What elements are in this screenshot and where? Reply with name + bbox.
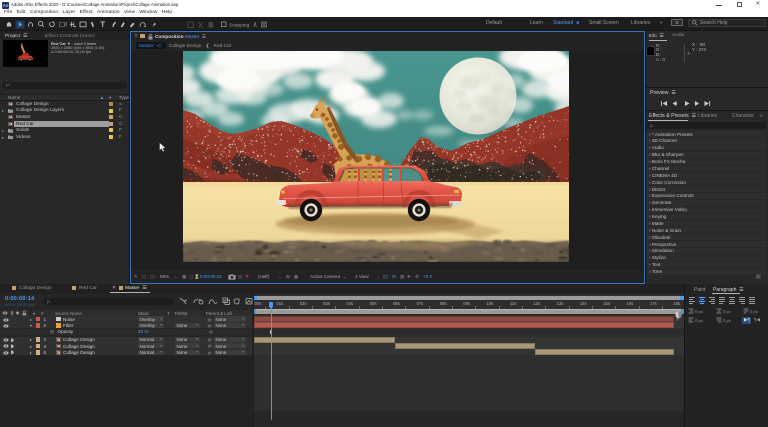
svg-text:Snapping: Snapping — [229, 22, 250, 28]
